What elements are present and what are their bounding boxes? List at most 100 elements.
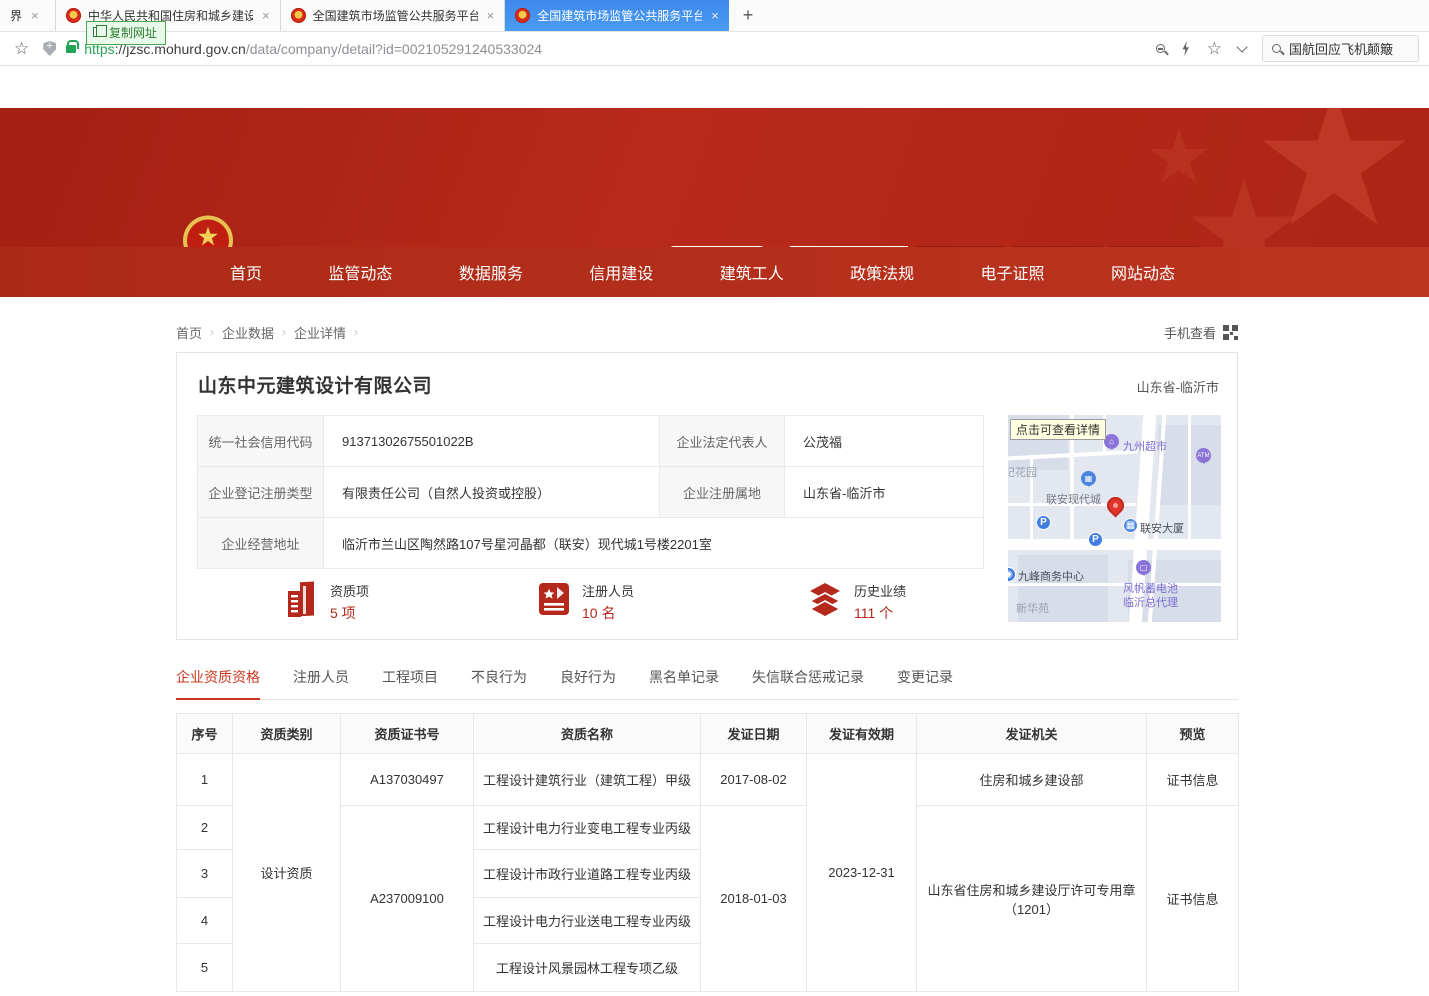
col-preview: 预览 <box>1147 714 1239 754</box>
emblem-favicon-icon <box>291 8 306 23</box>
company-region: 山东省-临沂市 <box>1137 377 1219 396</box>
search-tab-personnel[interactable]: 从业人员 <box>915 246 1005 247</box>
tab-bad-behavior[interactable]: 不良行为 <box>471 667 527 699</box>
stat-label: 资质项 <box>330 581 369 600</box>
battery-pin-icon: ▢ <box>1136 560 1151 575</box>
location-map[interactable]: 点击可查看详情 ⌂ 九州超市 ATM 纪花园 ▦ 联安现代城 ▦ 联安大厦 P … <box>1008 415 1221 622</box>
lightning-icon[interactable] <box>1181 41 1191 56</box>
detail-tabs: 企业资质资格 注册人员 工程项目 不良行为 良好行为 黑名单记录 失信联合惩戒记… <box>176 667 1238 700</box>
browser-tab-active[interactable]: 全国建筑市场监管公共服务平台 × <box>505 0 729 31</box>
stat-history-performance[interactable]: 历史业绩 111 个 <box>807 581 906 623</box>
cell-seq: 1 <box>177 754 233 806</box>
certificate-info-link[interactable]: 证书信息 <box>1147 806 1239 992</box>
cell-cert-no: A237009100 <box>341 806 474 992</box>
info-value-legal-rep: 公茂福 <box>785 416 984 467</box>
tower-icon: ▦ <box>1123 518 1138 533</box>
residence-pin-icon: ▦ <box>1081 471 1096 486</box>
layers-icon <box>807 581 843 617</box>
breadcrumb: 首页 › 企业数据 › 企业详情 › 手机查看 <box>176 323 1238 341</box>
tab-dishonesty-records[interactable]: 失信联合惩戒记录 <box>752 667 864 699</box>
cell-seq: 3 <box>177 850 233 898</box>
tab-change-records[interactable]: 变更记录 <box>897 667 953 699</box>
company-name: 山东中元建筑设计有限公司 <box>198 371 432 398</box>
info-label-legal-rep: 企业法定代表人 <box>660 416 785 467</box>
col-issue-date: 发证日期 <box>701 714 807 754</box>
nav-item-policy[interactable]: 政策法规 <box>850 260 914 284</box>
main-navigation: 首页 监管动态 数据服务 信用建设 建筑工人 政策法规 电子证照 网站动态 <box>0 247 1429 297</box>
breadcrumb-company-data[interactable]: 企业数据 <box>222 323 274 342</box>
tab-close-icon[interactable]: × <box>262 8 270 23</box>
info-label-reg-type: 企业登记注册类型 <box>198 467 324 518</box>
browser-tab-2[interactable]: 全国建筑市场监管公共服务平台 × <box>281 0 506 31</box>
cell-cert-no: A137030497 <box>341 754 474 806</box>
tab-blacklist[interactable]: 黑名单记录 <box>649 667 719 699</box>
stat-qualifications[interactable]: 资质项 5 项 <box>285 581 369 623</box>
atm-pin-icon: ATM <box>1196 448 1211 463</box>
stat-value: 10 名 <box>582 603 634 623</box>
stat-registered-personnel[interactable]: 注册人员 10 名 <box>537 581 634 623</box>
search-tab-enterprise[interactable]: 建设工程企业 <box>790 246 908 247</box>
info-value-reg-region: 山东省-临沂市 <box>785 467 984 518</box>
site-header: 中华人民共和国住房和城乡建设部 www.mohurd.gov.cn 全国建筑市场… <box>0 108 1429 247</box>
search-icon <box>1272 44 1281 53</box>
map-road <box>1008 539 1221 550</box>
browser-toolbar: ☆ https://jzsc.mohurd.gov.cn/data/compan… <box>0 32 1429 66</box>
col-authority: 发证机关 <box>917 714 1147 754</box>
breadcrumb-separator: › <box>354 325 358 339</box>
browser-tab-0[interactable]: 界 × <box>0 0 56 31</box>
tab-enterprise-qualification[interactable]: 企业资质资格 <box>176 667 260 700</box>
mobile-view[interactable]: 手机查看 <box>1164 323 1238 342</box>
tab-close-icon[interactable]: × <box>487 8 495 23</box>
nav-item-credit[interactable]: 信用建设 <box>589 260 653 284</box>
nav-item-workers[interactable]: 建筑工人 <box>720 260 784 284</box>
browser-tab-bar: 界 × 中华人民共和国住房和城乡建设 × 全国建筑市场监管公共服务平台 × 全国… <box>0 0 1429 32</box>
cell-category: 设计资质 <box>233 754 341 992</box>
toolbar-right-icons: ☆ 国航回应飞机颠簸 <box>1156 35 1429 62</box>
info-label-reg-region: 企业注册属地 <box>660 467 785 518</box>
nav-item-home[interactable]: 首页 <box>230 260 262 284</box>
stat-value: 111 个 <box>854 603 906 623</box>
nav-item-news[interactable]: 网站动态 <box>1111 260 1175 284</box>
cell-seq: 2 <box>177 806 233 850</box>
breadcrumb-company-detail[interactable]: 企业详情 <box>294 323 346 342</box>
bookmark-star-icon[interactable]: ☆ <box>14 39 29 59</box>
breadcrumb-separator: › <box>210 325 214 339</box>
nav-item-data-service[interactable]: 数据服务 <box>459 260 523 284</box>
cell-name: 工程设计电力行业送电工程专业丙级 <box>474 898 701 944</box>
search-tab-project[interactable]: 建设项目 <box>1012 246 1102 247</box>
favorite-star-icon[interactable]: ☆ <box>1207 39 1222 59</box>
shield-add-icon[interactable] <box>43 41 56 56</box>
info-value-address: 临沂市兰山区陶然路107号星河晶都（联安）现代城1号楼2201室 <box>324 518 984 569</box>
info-label-credit-code: 统一社会信用代码 <box>198 416 324 467</box>
stat-label: 历史业绩 <box>854 581 906 600</box>
table-row: 1 设计资质 A137030497 工程设计建筑行业（建筑工程）甲级 2017-… <box>177 754 1239 806</box>
copy-url-tooltip-text: 复制网址 <box>109 26 157 40</box>
nav-item-supervision[interactable]: 监管动态 <box>328 260 392 284</box>
tab-close-icon[interactable]: × <box>31 8 39 23</box>
breadcrumb-home[interactable]: 首页 <box>176 323 202 342</box>
qr-code-icon <box>1223 325 1238 340</box>
qualification-table: 序号 资质类别 资质证书号 资质名称 发证日期 发证有效期 发证机关 预览 1 … <box>176 713 1239 992</box>
tab-label: 界 <box>10 7 22 24</box>
zoom-out-icon[interactable] <box>1156 44 1165 53</box>
nav-item-certificate[interactable]: 电子证照 <box>981 260 1045 284</box>
parking-icon: P <box>1088 532 1103 547</box>
emblem-favicon-icon <box>515 8 530 23</box>
certificate-info-link[interactable]: 证书信息 <box>1147 754 1239 806</box>
secure-lock-icon <box>66 45 76 53</box>
company-card: 山东中元建筑设计有限公司 山东省-临沂市 统一社会信用代码 9137130267… <box>176 352 1238 640</box>
new-tab-button[interactable]: + <box>729 0 768 31</box>
tab-close-icon[interactable]: × <box>711 8 719 23</box>
browser-search-box[interactable]: 国航回应飞机颠簸 <box>1262 35 1419 62</box>
star-decoration-icon <box>1149 128 1209 188</box>
map-label-xinhuayuan: 新华苑 <box>1016 600 1049 616</box>
search-tab-credit[interactable]: 诚信记录 <box>1109 246 1199 247</box>
tab-good-behavior[interactable]: 良好行为 <box>560 667 616 699</box>
tab-projects[interactable]: 工程项目 <box>382 667 438 699</box>
cell-seq: 4 <box>177 898 233 944</box>
copy-url-tooltip: 复制网址 <box>86 21 166 45</box>
map-label-supermarket: 九州超市 <box>1123 438 1167 454</box>
col-cert-no: 资质证书号 <box>341 714 474 754</box>
chevron-down-icon[interactable] <box>1236 41 1247 52</box>
tab-registered-personnel[interactable]: 注册人员 <box>293 667 349 699</box>
